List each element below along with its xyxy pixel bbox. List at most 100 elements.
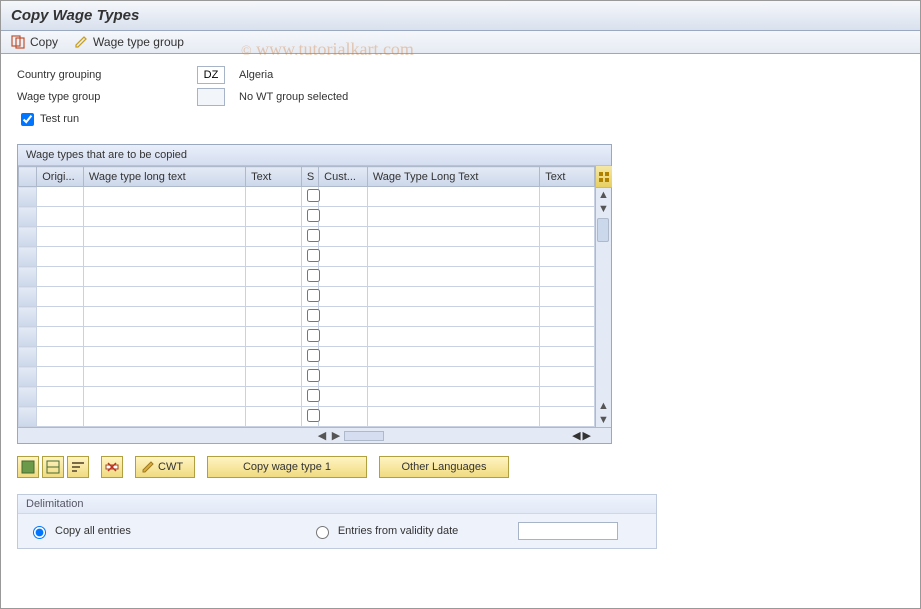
radio-from-date[interactable]: Entries from validity date [311,523,458,539]
cell-text-2[interactable] [540,347,595,367]
cell-wage-long-1[interactable] [83,307,245,327]
s-checkbox[interactable] [307,189,320,202]
cell-cust[interactable] [319,367,368,387]
scroll-left-icon-2[interactable]: ◀ [572,429,580,442]
col-wage-long-text-1[interactable]: Wage type long text [83,167,245,187]
cell-text-2[interactable] [540,307,595,327]
s-checkbox[interactable] [307,349,320,362]
cell-wage-long-2[interactable] [367,207,539,227]
s-checkbox[interactable] [307,369,320,382]
cell-origin[interactable] [37,407,84,427]
table-row[interactable] [19,227,595,247]
s-checkbox[interactable] [307,269,320,282]
cell-text-1[interactable] [246,267,302,287]
cell-s[interactable] [301,327,318,347]
cell-text-1[interactable] [246,387,302,407]
grid-settings-icon[interactable] [596,166,612,188]
table-row[interactable] [19,327,595,347]
wage-type-group-action[interactable]: Wage type group [74,35,184,49]
table-row[interactable] [19,367,595,387]
cell-s[interactable] [301,347,318,367]
cell-text-1[interactable] [246,347,302,367]
s-checkbox[interactable] [307,289,320,302]
col-cust[interactable]: Cust... [319,167,368,187]
cell-text-2[interactable] [540,387,595,407]
cell-origin[interactable] [37,327,84,347]
cell-text-2[interactable] [540,407,595,427]
col-rowselector[interactable] [19,167,37,187]
row-selector[interactable] [19,187,37,207]
cell-text-1[interactable] [246,307,302,327]
col-text-1[interactable]: Text [246,167,302,187]
copy-wage-type-1-button[interactable]: Copy wage type 1 [207,456,367,478]
cell-wage-long-1[interactable] [83,407,245,427]
cell-s[interactable] [301,407,318,427]
scroll-left-icon[interactable]: ◀ [316,430,328,442]
row-selector[interactable] [19,367,37,387]
cell-text-2[interactable] [540,267,595,287]
cell-text-1[interactable] [246,367,302,387]
grid-hscroll-right[interactable]: ◀ ▶ [515,428,595,443]
cell-text-2[interactable] [540,287,595,307]
cell-text-1[interactable] [246,247,302,267]
cell-wage-long-1[interactable] [83,347,245,367]
cell-text-1[interactable] [246,327,302,347]
grid-vscroll[interactable]: ▲ ▼ ▲ ▼ [595,166,611,427]
cell-wage-long-2[interactable] [367,327,539,347]
cell-wage-long-2[interactable] [367,387,539,407]
cell-origin[interactable] [37,187,84,207]
table-row[interactable] [19,307,595,327]
scroll-up-icon-2[interactable]: ▲ [597,399,611,413]
row-selector[interactable] [19,347,37,367]
test-run-checkbox[interactable] [21,113,34,126]
cell-text-1[interactable] [246,407,302,427]
scroll-right-icon-2[interactable]: ▶ [583,429,591,442]
table-row[interactable] [19,247,595,267]
cell-s[interactable] [301,287,318,307]
table-row[interactable] [19,387,595,407]
cell-s[interactable] [301,227,318,247]
cwt-button[interactable]: CWT [135,456,195,478]
cell-cust[interactable] [319,227,368,247]
cell-cust[interactable] [319,327,368,347]
cell-wage-long-2[interactable] [367,347,539,367]
cell-cust[interactable] [319,307,368,327]
row-selector[interactable] [19,227,37,247]
cell-origin[interactable] [37,287,84,307]
sort-button[interactable] [67,456,89,478]
cell-wage-long-2[interactable] [367,267,539,287]
cell-text-1[interactable] [246,187,302,207]
other-languages-button[interactable]: Other Languages [379,456,509,478]
table-row[interactable] [19,187,595,207]
cell-origin[interactable] [37,347,84,367]
cell-wage-long-2[interactable] [367,227,539,247]
cell-wage-long-1[interactable] [83,247,245,267]
cell-wage-long-1[interactable] [83,367,245,387]
cell-origin[interactable] [37,307,84,327]
cell-wage-long-2[interactable] [367,187,539,207]
wage-type-group-input[interactable] [197,88,225,106]
cell-s[interactable] [301,307,318,327]
cell-origin[interactable] [37,247,84,267]
table-row[interactable] [19,347,595,367]
cell-cust[interactable] [319,207,368,227]
cell-text-2[interactable] [540,327,595,347]
row-selector[interactable] [19,267,37,287]
radio-from-date-input[interactable] [316,526,329,539]
cell-cust[interactable] [319,187,368,207]
table-row[interactable] [19,287,595,307]
cell-wage-long-2[interactable] [367,307,539,327]
cell-s[interactable] [301,247,318,267]
col-wage-long-text-2[interactable]: Wage Type Long Text [367,167,539,187]
deselect-all-button[interactable] [42,456,64,478]
row-selector[interactable] [19,407,37,427]
cell-text-1[interactable] [246,227,302,247]
cell-wage-long-1[interactable] [83,327,245,347]
scroll-up-icon[interactable]: ▲ [597,188,611,202]
cell-text-1[interactable] [246,207,302,227]
cell-cust[interactable] [319,407,368,427]
cell-origin[interactable] [37,227,84,247]
grid-table[interactable]: Origi... Wage type long text Text S Cust… [18,166,595,427]
delete-row-button[interactable] [101,456,123,478]
cell-text-2[interactable] [540,187,595,207]
